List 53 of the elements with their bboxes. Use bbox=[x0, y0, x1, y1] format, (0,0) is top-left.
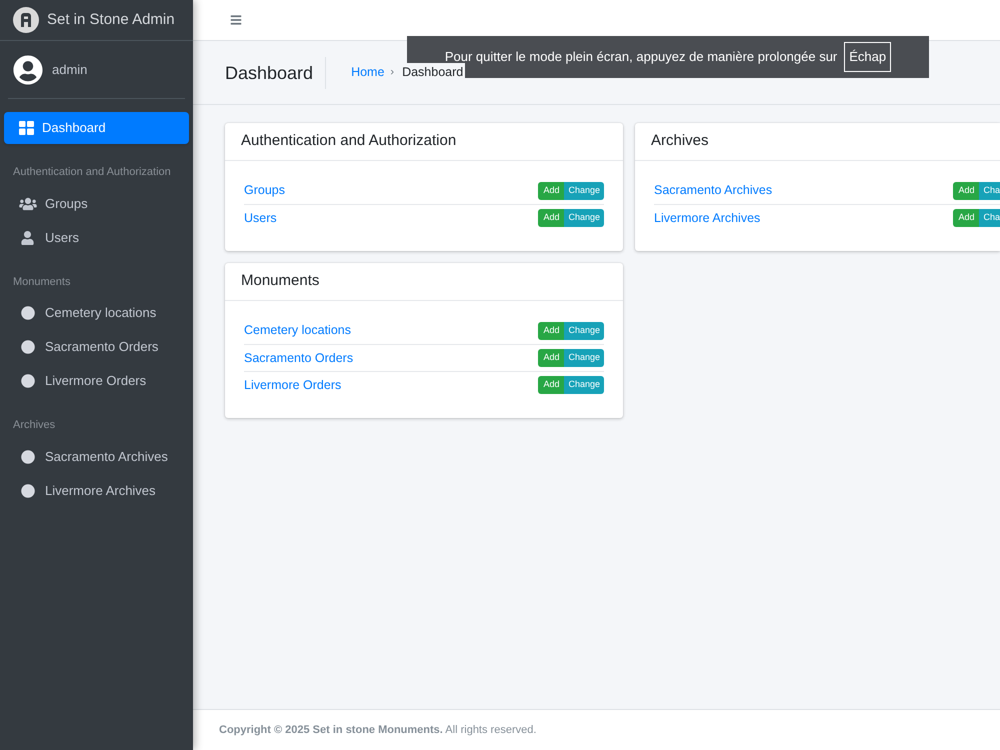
sidebar-item[interactable]: Livermore Orders bbox=[4, 365, 189, 397]
logo-icon bbox=[13, 7, 39, 33]
model-link[interactable]: Livermore Orders bbox=[244, 376, 342, 394]
sidebar-item[interactable]: Sacramento Orders bbox=[4, 331, 189, 363]
change-button[interactable]: Cha bbox=[979, 209, 1000, 227]
sidebar-item[interactable]: Cemetery locations bbox=[4, 297, 189, 329]
change-button[interactable]: Change bbox=[564, 376, 604, 394]
add-button[interactable]: Add bbox=[953, 209, 980, 227]
breadcrumb-link[interactable]: Home bbox=[351, 63, 384, 82]
users-icon bbox=[19, 196, 37, 210]
breadcrumb-separator: › bbox=[390, 65, 394, 80]
circle-icon bbox=[21, 484, 35, 498]
model-link[interactable]: Sacramento Archives bbox=[654, 181, 772, 200]
model-link[interactable]: Users bbox=[244, 208, 277, 228]
menu-icon[interactable] bbox=[230, 14, 242, 26]
circle-icon bbox=[21, 306, 35, 320]
add-button[interactable]: Add bbox=[538, 209, 564, 227]
sidebar-item[interactable]: Dashboard bbox=[4, 112, 189, 144]
change-button[interactable]: Change bbox=[564, 322, 604, 340]
card-title: Monuments bbox=[241, 271, 320, 292]
sidebar-item[interactable]: Users bbox=[4, 222, 189, 254]
card-title: Authentication and Authorization bbox=[241, 131, 456, 152]
circle-icon bbox=[21, 450, 35, 464]
change-button[interactable]: Change bbox=[564, 209, 604, 227]
change-button[interactable]: Change bbox=[564, 182, 604, 200]
add-button[interactable]: Add bbox=[538, 182, 564, 200]
avatar-icon bbox=[13, 54, 43, 84]
footer-text: Copyright © 2025 Set in stone Monuments. All rights reserved. bbox=[219, 722, 536, 738]
page-title: Dashboard bbox=[225, 56, 326, 88]
add-button[interactable]: Add bbox=[538, 322, 564, 340]
user-icon bbox=[21, 230, 34, 244]
model-link[interactable]: Livermore Archives bbox=[654, 208, 760, 228]
card-title: Archives bbox=[651, 131, 709, 152]
change-button[interactable]: Change bbox=[564, 349, 604, 367]
sidebar-item[interactable]: Livermore Archives bbox=[4, 474, 189, 506]
circle-icon bbox=[21, 374, 35, 388]
brand-title: Set in Stone Admin bbox=[47, 10, 175, 30]
add-button[interactable]: Add bbox=[538, 349, 564, 367]
section-header: Authentication and Authorization bbox=[12, 165, 172, 180]
model-link[interactable]: Sacramento Orders bbox=[244, 348, 354, 368]
sidebar-item[interactable]: Groups bbox=[4, 188, 189, 220]
model-link[interactable]: Groups bbox=[244, 181, 285, 200]
grid-icon bbox=[19, 121, 34, 135]
sidebar-item[interactable]: Sacramento Archives bbox=[4, 440, 189, 472]
add-button[interactable]: Add bbox=[538, 376, 564, 394]
add-button[interactable]: Add bbox=[953, 182, 980, 200]
change-button[interactable]: Cha bbox=[979, 182, 1000, 200]
user-name: admin bbox=[52, 60, 88, 79]
key-label: Échap bbox=[844, 42, 892, 72]
section-header: Archives bbox=[12, 418, 56, 433]
section-header: Monuments bbox=[12, 274, 72, 290]
circle-icon bbox=[21, 340, 35, 354]
model-link[interactable]: Cemetery locations bbox=[244, 321, 351, 340]
